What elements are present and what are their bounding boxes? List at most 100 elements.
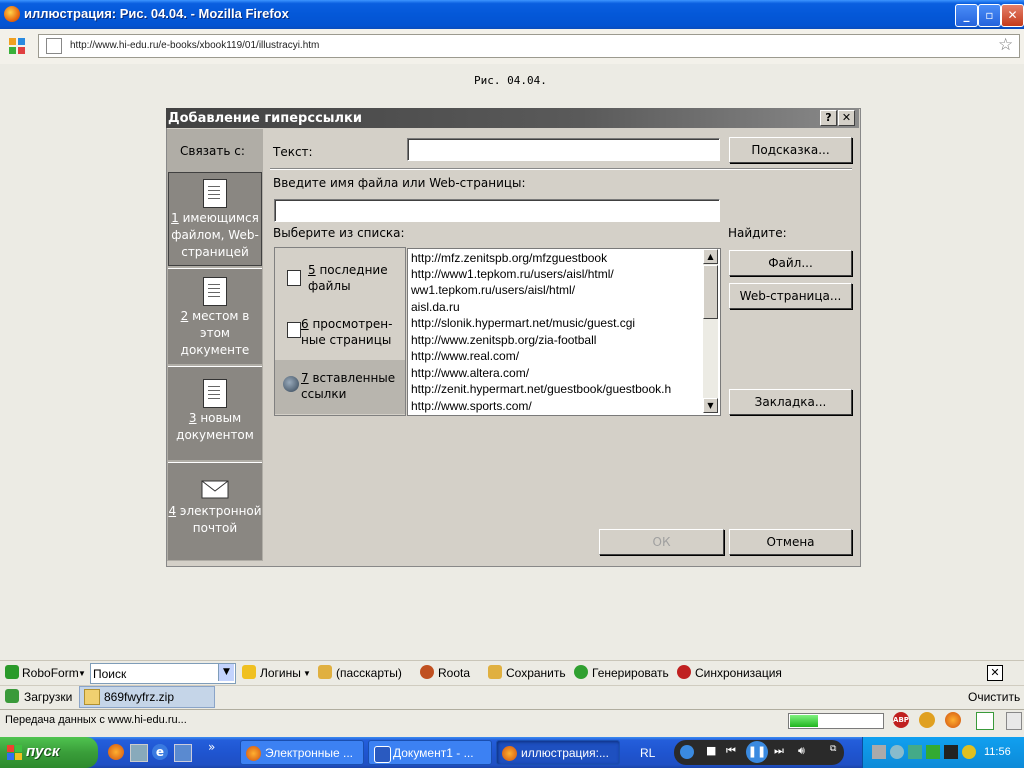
tab-browsed-pages[interactable]: 6 просмотрен- ные страницы: [275, 312, 405, 354]
list-item[interactable]: http://www.sports.com/: [411, 399, 532, 413]
list-item[interactable]: http://zenit.hypermart.net/guestbook/gue…: [411, 382, 671, 396]
taskbar-item-document[interactable]: Документ1 - ...: [368, 740, 492, 765]
roboform-menu[interactable]: RoboForm: [22, 666, 79, 680]
media-player-icon[interactable]: [680, 745, 694, 759]
adblock-icon[interactable]: ABP: [893, 712, 909, 728]
quicklaunch-desktop-icon[interactable]: [174, 744, 192, 762]
scroll-down-arrow-icon[interactable]: ▼: [703, 398, 718, 413]
taskbar-item-electronic[interactable]: Электронные ...: [240, 740, 364, 765]
generate-button[interactable]: Генерировать: [592, 666, 669, 680]
firefox-icon[interactable]: [945, 712, 961, 728]
quicklaunch-expand-icon[interactable]: »: [208, 740, 215, 754]
sidebar-item-label: электронной: [176, 504, 262, 518]
passcards-button[interactable]: (пасскарты): [336, 666, 402, 680]
tab-number: 7: [301, 371, 309, 385]
restore-player-icon[interactable]: ⧉: [830, 744, 836, 754]
grid-icon[interactable]: [8, 37, 26, 55]
logins-menu[interactable]: Логины: [260, 666, 301, 680]
window-title: иллюстрация: Рис. 04.04. - Mozilla Firef…: [24, 6, 289, 21]
clock[interactable]: 11:56: [984, 746, 1011, 758]
firefox-icon: [4, 6, 20, 22]
tray-roboform-icon[interactable]: [926, 745, 940, 759]
document-icon[interactable]: [976, 712, 994, 730]
taskbar-item-label: Документ1 - ...: [393, 746, 474, 760]
list-item[interactable]: http://mfz.zenitspb.org/mfzguestbook: [411, 251, 607, 265]
bookmark-button[interactable]: Закладка...: [729, 389, 852, 415]
taskbar-item-label: иллюстрация:...: [521, 746, 609, 760]
list-item[interactable]: http://www1.tepkom.ru/users/aisl/html/: [411, 267, 614, 281]
sidebar-item-label: документом: [176, 428, 254, 442]
link-list[interactable]: http://mfz.zenitspb.org/mfzguestbook htt…: [407, 248, 721, 416]
scroll-thumb[interactable]: [703, 265, 718, 319]
addon-icon[interactable]: [919, 712, 935, 728]
sync-button[interactable]: Синхронизация: [695, 666, 782, 680]
sidebar-item-label: страницей: [181, 245, 249, 259]
scroll-up-arrow-icon[interactable]: ▲: [703, 249, 718, 264]
sidebar-item-existing-file[interactable]: 1 имеющимся файлом, Web- страницей: [168, 172, 262, 266]
quicklaunch-app-icon[interactable]: [130, 744, 148, 762]
text-label: Текст:: [273, 145, 313, 159]
sidebar-item-new-document[interactable]: 3 новым документом: [168, 366, 262, 460]
ok-button[interactable]: ОК: [599, 529, 724, 555]
tray-app-icon[interactable]: [908, 745, 922, 759]
next-icon[interactable]: ⏭: [774, 744, 784, 758]
sidebar-item-email[interactable]: 4 электронной почтой: [168, 462, 262, 560]
bookmark-star-icon[interactable]: ☆: [998, 35, 1013, 55]
clear-downloads-button[interactable]: Очистить: [968, 690, 1020, 704]
sidebar-item-number: 1: [171, 211, 179, 225]
quicklaunch-ie-icon[interactable]: e: [152, 744, 168, 760]
globe-icon: [283, 376, 299, 392]
tray-app-icon[interactable]: [890, 745, 904, 759]
chevron-down-icon[interactable]: ▼: [303, 669, 311, 678]
quicklaunch-firefox-icon[interactable]: [108, 744, 124, 760]
find-label: Найдите:: [728, 226, 787, 240]
hint-button[interactable]: Подсказка...: [729, 137, 852, 163]
list-item[interactable]: ww1.tepkom.ru/users/aisl/html/: [411, 283, 575, 297]
figure-caption: Рис. 04.04.: [474, 74, 547, 87]
dialog-title: Добавление гиперссылки: [168, 111, 362, 126]
tab-label: просмотрен-: [308, 317, 393, 331]
close-button[interactable]: ✕: [1001, 4, 1024, 27]
text-input[interactable]: [407, 138, 720, 161]
volume-icon[interactable]: 🔊︎: [798, 744, 805, 758]
tray-app-icon[interactable]: [962, 745, 976, 759]
help-button[interactable]: ?: [820, 110, 837, 126]
file-name-input[interactable]: [274, 199, 720, 222]
close-icon[interactable]: ✕: [987, 665, 1003, 681]
dialog-close-button[interactable]: ✕: [838, 110, 855, 126]
minimize-button[interactable]: _: [955, 4, 978, 27]
save-button[interactable]: Сохранить: [506, 666, 566, 680]
downloads-label[interactable]: Загрузки: [24, 690, 72, 704]
list-item[interactable]: http://slonik.hypermart.net/music/guest.…: [411, 316, 635, 330]
tray-network-icon[interactable]: [872, 745, 886, 759]
tray-app-icon[interactable]: [944, 745, 958, 759]
taskbar-item-label: Электронные ...: [265, 746, 354, 760]
list-scrollbar[interactable]: ▲ ▼: [703, 249, 718, 413]
roota-button[interactable]: Roota: [438, 666, 470, 680]
sidebar-item-place-in-document[interactable]: 2 местом в этом документе: [168, 268, 262, 364]
tab-inserted-links[interactable]: 7 вставленные ссылки: [275, 360, 405, 414]
chevron-down-icon[interactable]: ▼: [78, 669, 86, 678]
taskbar-item-illustration[interactable]: иллюстрация:...: [496, 740, 620, 765]
language-indicator[interactable]: RL: [640, 746, 655, 760]
search-dropdown-icon[interactable]: ▼: [218, 664, 234, 681]
web-page-button[interactable]: Web-страница...: [729, 283, 852, 309]
link-with-label: Связать с:: [180, 144, 245, 158]
list-item[interactable]: http://www.real.com/: [411, 349, 519, 363]
windows-logo-icon: [7, 745, 22, 760]
tab-recent-files[interactable]: 5 последние файлы: [275, 260, 405, 302]
list-item[interactable]: http://www.altera.com/: [411, 366, 529, 380]
sync-icon: [677, 665, 691, 679]
divider: [270, 168, 852, 170]
resize-grip-icon[interactable]: [1006, 712, 1022, 730]
stop-icon[interactable]: ■: [706, 744, 716, 757]
envelope-icon: [201, 477, 229, 499]
maximize-button[interactable]: ▫: [978, 4, 1001, 27]
previous-icon[interactable]: ⏮: [726, 744, 736, 758]
list-item[interactable]: http://www.zenitspb.org/zia-football: [411, 333, 596, 347]
file-button[interactable]: Файл...: [729, 250, 852, 276]
list-item[interactable]: aisl.da.ru: [411, 300, 460, 314]
pause-icon[interactable]: ❚❚: [746, 741, 768, 763]
sidebar-item-label: местом в: [188, 309, 250, 323]
cancel-button[interactable]: Отмена: [729, 529, 852, 555]
